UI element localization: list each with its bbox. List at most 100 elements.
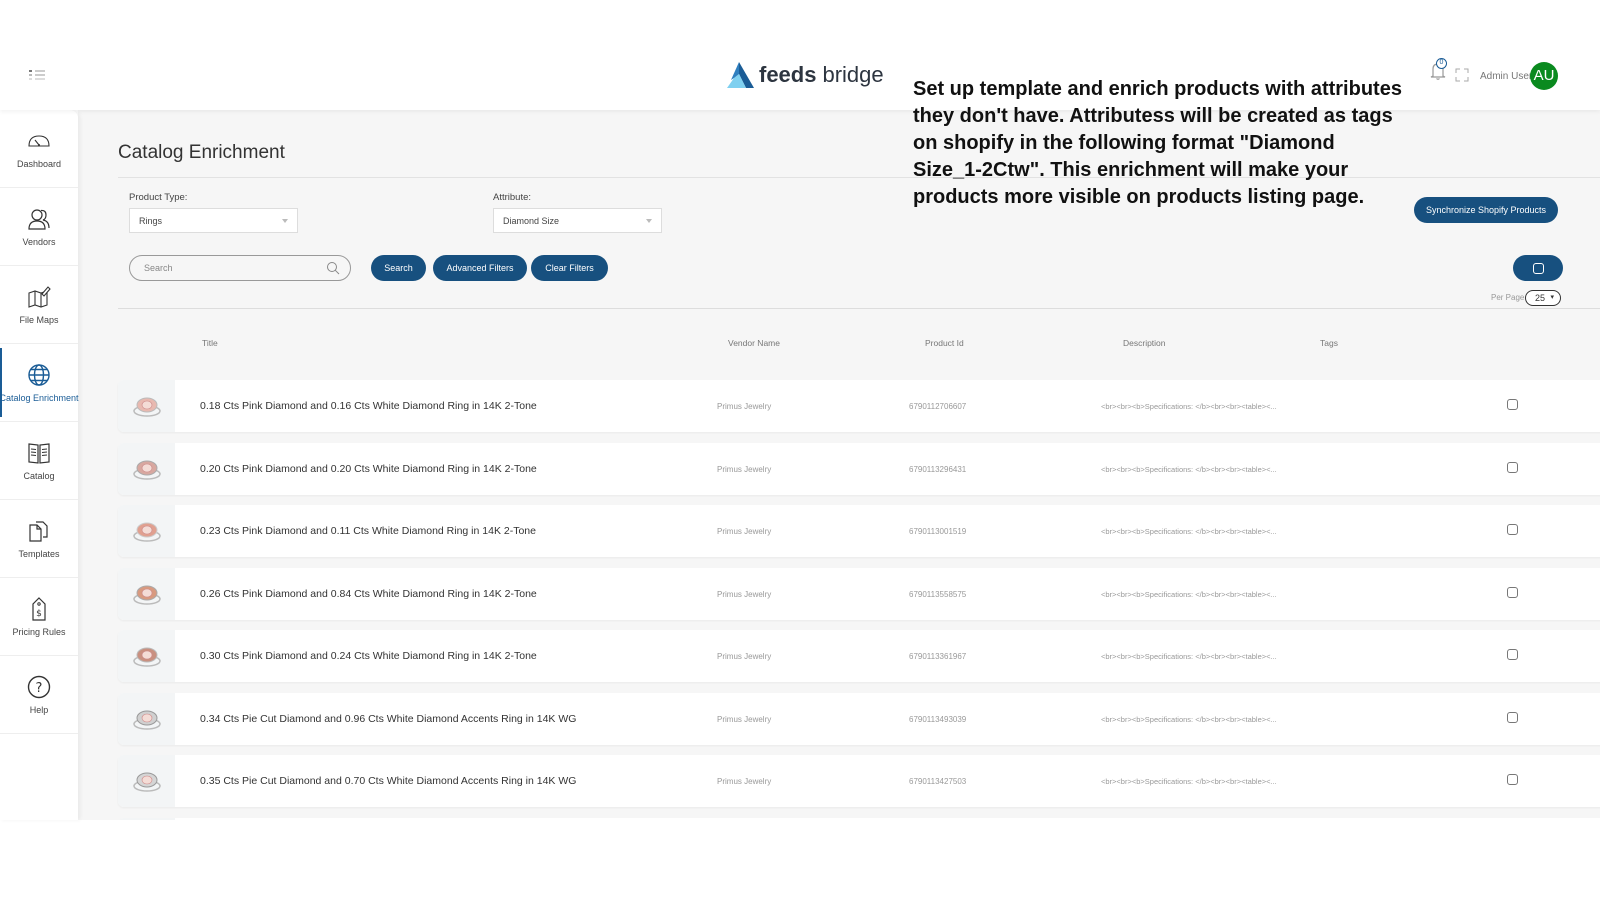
attribute-value: Diamond Size xyxy=(503,216,560,226)
column-header-tags[interactable]: Tags xyxy=(1320,338,1338,348)
product-title[interactable]: 0.20 Cts Pink Diamond and 0.20 Cts White… xyxy=(200,463,537,475)
table-row[interactable] xyxy=(118,817,1600,820)
attribute-select[interactable]: Diamond Size xyxy=(493,208,662,233)
product-id: 6790113296431 xyxy=(909,464,967,474)
user-name: Admin User xyxy=(1480,71,1533,82)
table-row[interactable]: 0.34 Cts Pie Cut Diamond and 0.96 Cts Wh… xyxy=(118,692,1600,745)
product-description: <br><br><b>Specifications: </b><br><br><… xyxy=(1101,464,1277,474)
vendor-name: Primus Jewelry xyxy=(717,527,772,536)
product-thumbnail xyxy=(118,692,175,745)
column-header-vendor-name[interactable]: Vendor Name xyxy=(728,338,780,348)
sidebar-item-catalog[interactable]: Catalog xyxy=(0,422,78,500)
column-header-product-id[interactable]: Product Id xyxy=(925,338,964,348)
avatar[interactable]: AU xyxy=(1530,62,1558,90)
search-placeholder: Search xyxy=(144,263,173,273)
row-checkbox[interactable] xyxy=(1507,586,1518,598)
sidebar-item-file-maps[interactable]: File Maps xyxy=(0,266,78,344)
per-page-label: Per Page xyxy=(1491,293,1525,302)
vendor-name: Primus Jewelry xyxy=(717,464,772,474)
page-title: Catalog Enrichment xyxy=(118,142,285,163)
table-row[interactable]: 0.20 Cts Pink Diamond and 0.20 Cts White… xyxy=(118,442,1600,495)
sidebar-item-label: Catalog xyxy=(23,470,55,481)
column-header-title[interactable]: Title xyxy=(202,338,218,348)
fullscreen-icon[interactable] xyxy=(1455,68,1469,82)
users-icon xyxy=(28,208,50,230)
table-row[interactable]: 0.26 Cts Pink Diamond and 0.84 Cts White… xyxy=(118,567,1600,620)
table-row[interactable]: 0.35 Cts Pie Cut Diamond and 0.70 Cts Wh… xyxy=(118,755,1600,807)
product-id: 6790113558575 xyxy=(909,589,967,599)
product-title[interactable]: 0.18 Cts Pink Diamond and 0.16 Cts White… xyxy=(200,400,537,412)
attribute-label: Attribute: xyxy=(493,192,532,203)
product-description: <br><br><b>Specifications: </b><br><br><… xyxy=(1101,652,1277,661)
product-id: 6790113001519 xyxy=(909,527,967,536)
product-thumbnail xyxy=(118,505,175,557)
advanced-filters-button[interactable]: Advanced Filters xyxy=(433,255,527,281)
sidebar-item-catalog-enrichment[interactable]: Catalog Enrichment xyxy=(0,344,79,422)
annotation-text: Set up template and enrich products with… xyxy=(913,78,1402,208)
row-checkbox[interactable] xyxy=(1507,461,1518,473)
product-title[interactable]: 0.23 Cts Pink Diamond and 0.11 Cts White… xyxy=(200,525,536,537)
row-checkbox[interactable] xyxy=(1507,524,1518,535)
brand-name-bold: feeds xyxy=(759,62,817,87)
product-title[interactable]: 0.35 Cts Pie Cut Diamond and 0.70 Cts Wh… xyxy=(200,775,576,787)
table-row[interactable]: 0.30 Cts Pink Diamond and 0.24 Cts White… xyxy=(118,630,1600,682)
table-row[interactable]: 0.18 Cts Pink Diamond and 0.16 Cts White… xyxy=(118,380,1600,432)
product-id: 6790113493039 xyxy=(909,714,967,724)
product-id: 6790113361967 xyxy=(909,652,967,661)
product-thumbnail xyxy=(118,817,175,820)
ring-image-icon xyxy=(132,460,161,480)
product-description: <br><br><b>Specifications: </b><br><br><… xyxy=(1101,714,1277,724)
row-checkbox[interactable] xyxy=(1507,711,1518,723)
ring-image-icon xyxy=(132,710,161,730)
sidebar-item-dashboard[interactable]: Dashboard xyxy=(0,110,78,188)
product-title[interactable]: 0.26 Cts Pink Diamond and 0.84 Cts White… xyxy=(200,588,537,600)
sidebar-item-label: Catalog Enrichment xyxy=(0,392,79,403)
synchronize-shopify-products-button[interactable]: Synchronize Shopify Products xyxy=(1414,197,1558,223)
app-root: feeds bridge 0 Admin User AU Dashboard V… xyxy=(0,0,1600,900)
files-icon xyxy=(29,520,48,542)
clear-filters-button[interactable]: Clear Filters xyxy=(531,255,608,281)
sidebar-item-templates[interactable]: Templates xyxy=(0,500,78,578)
ring-image-icon xyxy=(132,647,161,667)
column-header-description[interactable]: Description xyxy=(1123,338,1166,348)
row-checkbox[interactable] xyxy=(1507,774,1518,785)
product-description: <br><br><b>Specifications: </b><br><br><… xyxy=(1101,589,1277,599)
globe-icon xyxy=(28,363,50,386)
product-title[interactable]: 0.34 Cts Pie Cut Diamond and 0.96 Cts Wh… xyxy=(200,713,576,725)
row-checkbox[interactable] xyxy=(1507,399,1518,410)
product-title[interactable]: 0.30 Cts Pink Diamond and 0.24 Cts White… xyxy=(200,650,537,662)
product-thumbnail xyxy=(118,380,175,432)
product-thumbnail xyxy=(118,630,175,682)
sidebar-item-help[interactable]: ? Help xyxy=(0,656,78,734)
sidebar-item-label: File Maps xyxy=(19,314,59,325)
product-thumbnail xyxy=(118,442,175,495)
select-all-button[interactable] xyxy=(1513,255,1563,281)
product-description: <br><br><b>Specifications: </b><br><br><… xyxy=(1101,527,1277,536)
map-icon xyxy=(28,285,51,308)
svg-text:?: ? xyxy=(36,681,43,696)
product-description: <br><br><b>Specifications: </b><br><br><… xyxy=(1101,402,1277,411)
svg-text:$: $ xyxy=(36,609,42,619)
product-type-value: Rings xyxy=(139,216,163,226)
per-page-select[interactable]: 25 xyxy=(1525,290,1561,306)
search-button[interactable]: Search xyxy=(371,255,426,281)
product-id: 6790113427503 xyxy=(909,777,967,786)
sidebar-item-pricing-rules[interactable]: $ Pricing Rules xyxy=(0,578,78,656)
sidebar-item-vendors[interactable]: Vendors xyxy=(0,188,78,266)
sidebar-item-label: Dashboard xyxy=(16,158,62,169)
menu-toggle-icon[interactable] xyxy=(29,70,45,80)
main-content: Catalog Enrichment Product Type: Rings A… xyxy=(78,110,1600,820)
ring-image-icon xyxy=(132,522,161,542)
product-type-select[interactable]: Rings xyxy=(129,208,298,233)
search-input[interactable]: Search xyxy=(129,255,351,281)
sidebar-item-label: Help xyxy=(29,704,49,715)
row-checkbox[interactable] xyxy=(1507,649,1518,660)
book-icon xyxy=(28,442,50,464)
sidebar: Dashboard Vendors File Maps Catalog Enri… xyxy=(0,110,79,820)
chevron-down-icon xyxy=(646,219,652,223)
table-row[interactable]: 0.23 Cts Pink Diamond and 0.11 Cts White… xyxy=(118,505,1600,557)
product-type-label: Product Type: xyxy=(129,192,188,203)
notification-badge: 0 xyxy=(1436,58,1447,69)
price-tag-icon: $ xyxy=(32,596,46,621)
ring-image-icon xyxy=(132,397,161,417)
